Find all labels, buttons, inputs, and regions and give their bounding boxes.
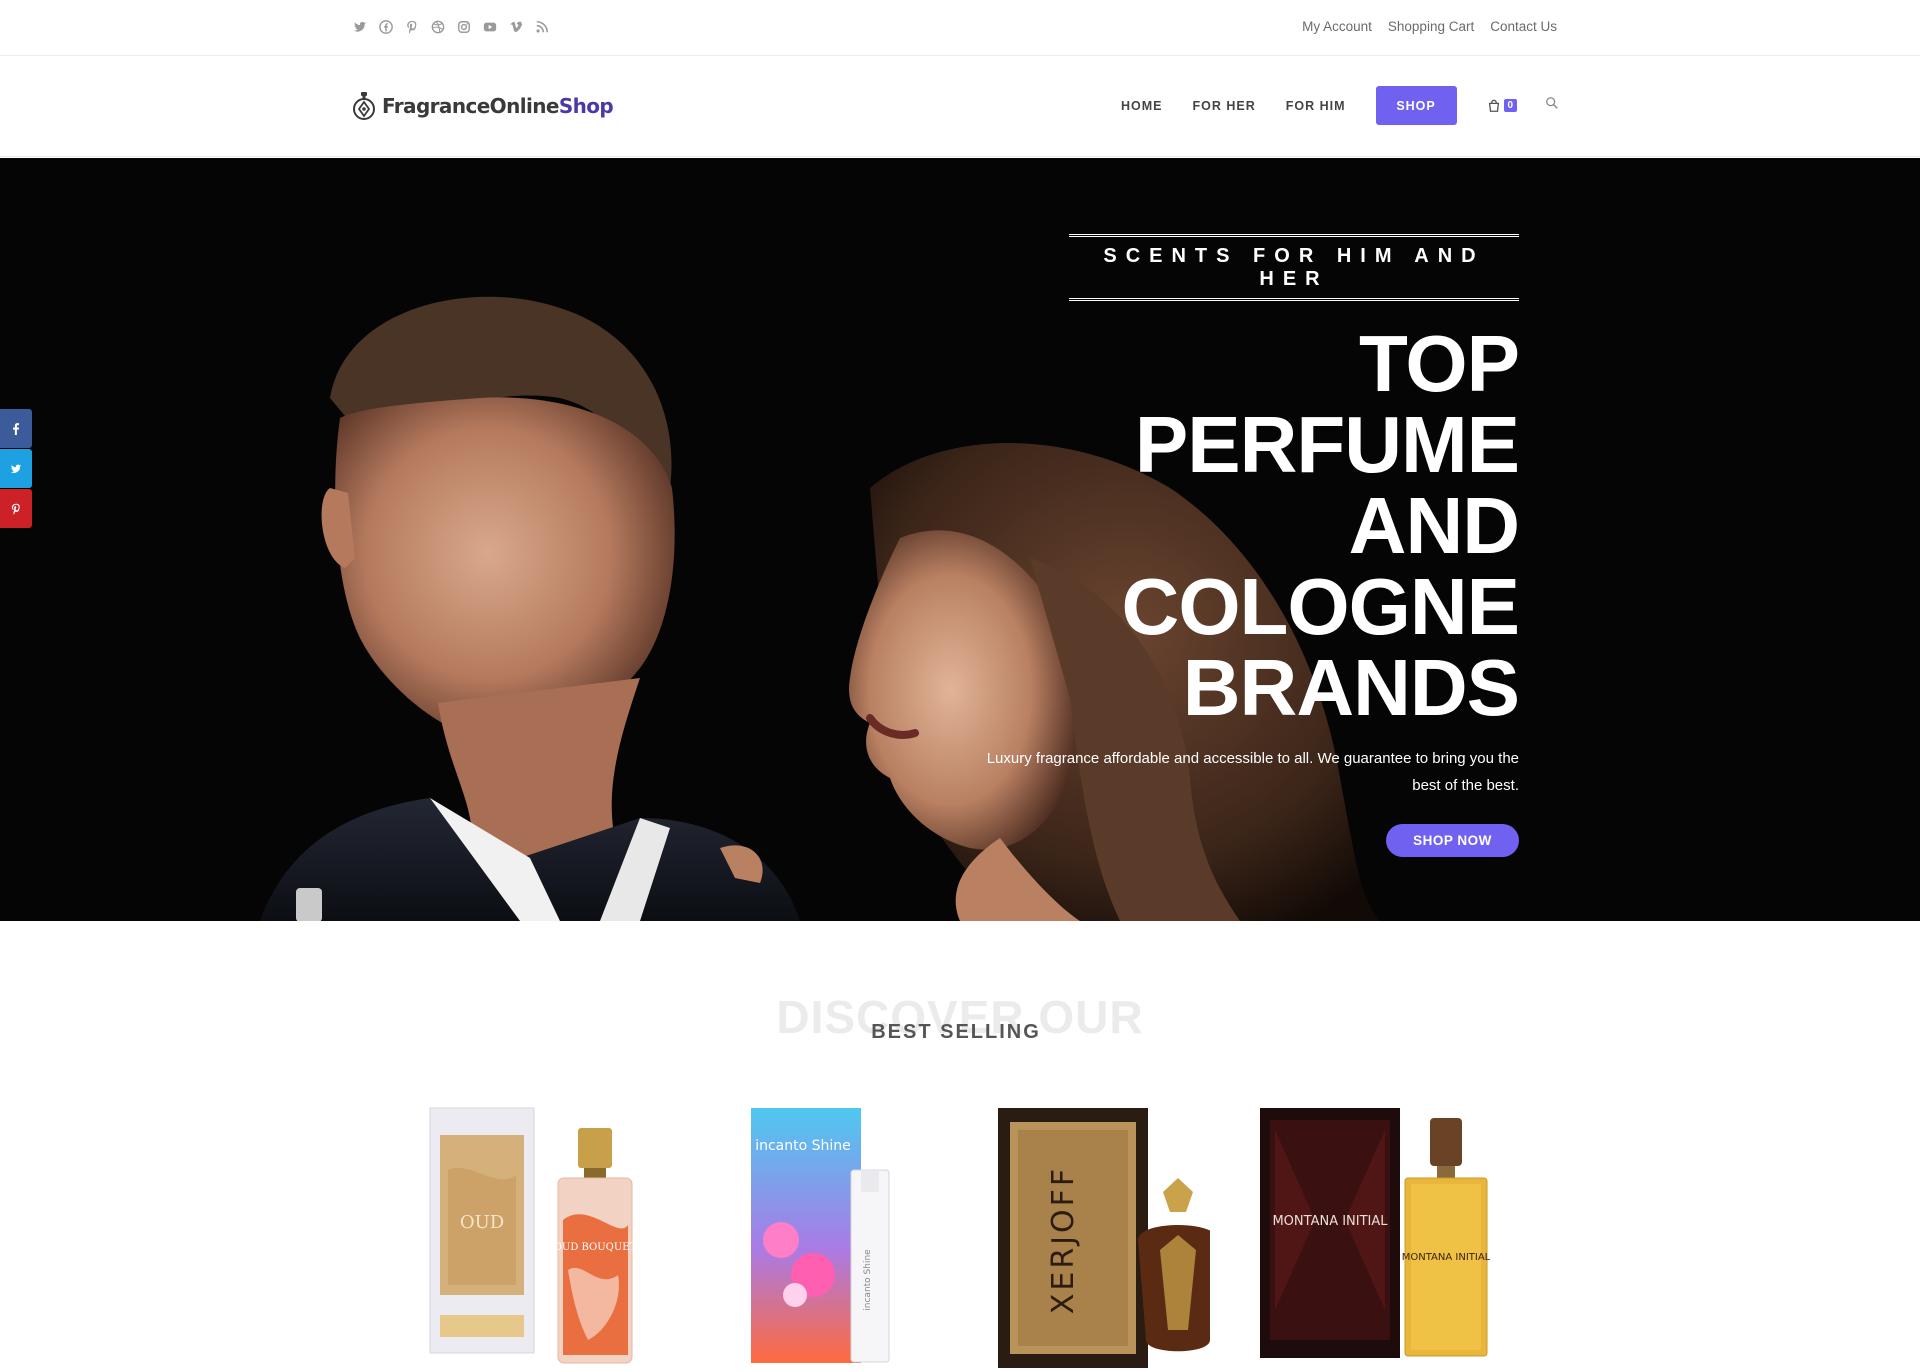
product-bottle-label: incanto Shine <box>863 1249 873 1311</box>
nav-shop-button[interactable]: SHOP <box>1375 86 1457 125</box>
hero-kicker-frame: SCENTS FOR HIM AND HER <box>1069 234 1519 301</box>
site-logo[interactable]: FragranceOnlineShop <box>352 91 614 121</box>
hero-title-line: PERFUME <box>1134 400 1520 489</box>
instagram-icon[interactable] <box>456 19 471 34</box>
shop-now-button[interactable]: SHOP NOW <box>1386 824 1519 857</box>
product-image: incanto Shine incanto Shine <box>751 1108 890 1363</box>
nav-for-her[interactable]: FOR HER <box>1193 99 1256 113</box>
product-card[interactable]: MONTANA INITIAL MONTANA INITIAL <box>1255 1100 1511 1371</box>
product-box-label: XERJOFF <box>1046 1166 1081 1314</box>
top-links: My Account Shopping Cart Contact Us <box>1302 19 1557 34</box>
product-bottle-label: MONTANA INITIAL <box>1402 1252 1491 1263</box>
hero-banner: SCENTS FOR HIM AND HER TOP PERFUME AND C… <box>0 158 1920 921</box>
hero-title-line: AND <box>1348 481 1520 570</box>
hero-description: Luxury fragrance affordable and accessib… <box>986 750 1519 794</box>
perfume-bottle-logo-icon <box>353 92 375 120</box>
search-button[interactable] <box>1545 96 1559 115</box>
hero-title-line: TOP <box>1358 319 1520 408</box>
share-pinterest-button[interactable] <box>0 489 32 528</box>
site-header: FragranceOnlineShop HOME FOR HER FOR HIM… <box>0 57 1920 157</box>
product-bottle-label: OUD BOUQUET <box>554 1242 637 1253</box>
product-image: MONTANA INITIAL MONTANA INITIAL <box>1260 1108 1491 1358</box>
hero-kicker: SCENTS FOR HIM AND HER <box>1103 245 1485 290</box>
shopping-cart-link[interactable]: Shopping Cart <box>1388 19 1474 34</box>
product-image: OUD OUD BOUQUET <box>429 1107 637 1364</box>
product-card[interactable]: incanto Shine incanto Shine <box>733 1100 908 1371</box>
logo-text: FragranceOnlineShop <box>382 94 614 118</box>
hero-title-line: COLOGNE <box>1121 562 1520 651</box>
section-title: BEST SELLING <box>871 1021 1041 1043</box>
share-twitter-button[interactable] <box>0 449 32 488</box>
hero-content: SCENTS FOR HIM AND HER TOP PERFUME AND C… <box>919 234 1520 857</box>
contact-us-link[interactable]: Contact Us <box>1490 19 1557 34</box>
product-box-label: incanto Shine <box>755 1138 851 1154</box>
facebook-icon[interactable] <box>378 19 393 34</box>
my-account-link[interactable]: My Account <box>1302 19 1372 34</box>
youtube-icon[interactable] <box>482 19 497 34</box>
nav-for-him[interactable]: FOR HIM <box>1286 99 1346 113</box>
top-bar: My Account Shopping Cart Contact Us <box>0 0 1920 56</box>
product-card[interactable]: OUD OUD BOUQUET <box>418 1100 664 1371</box>
facebook-icon <box>13 422 19 435</box>
share-facebook-button[interactable] <box>0 409 32 448</box>
main-nav: HOME FOR HER FOR HIM SHOP 0 <box>1121 86 1559 125</box>
rss-icon[interactable] <box>534 19 549 34</box>
twitter-icon <box>10 464 22 473</box>
cart-count-badge: 0 <box>1503 99 1518 112</box>
cart-button[interactable]: 0 <box>1487 99 1518 113</box>
product-box-label: MONTANA INITIAL <box>1272 1214 1388 1229</box>
social-links <box>352 19 549 34</box>
product-image: XERJOFF <box>998 1108 1218 1368</box>
pinterest-icon <box>11 503 20 515</box>
pinterest-icon[interactable] <box>404 19 419 34</box>
product-box-label: OUD <box>460 1212 504 1233</box>
vimeo-icon[interactable] <box>508 19 523 34</box>
best-selling-products: OUD OUD BOUQUET incanto Shine incanto Sh… <box>410 1100 1520 1371</box>
social-share-bar <box>0 409 32 529</box>
twitter-icon[interactable] <box>352 19 367 34</box>
shopping-bag-icon <box>1488 99 1499 112</box>
nav-home[interactable]: HOME <box>1121 99 1163 113</box>
search-icon <box>1546 97 1558 109</box>
hero-title-line: BRANDS <box>1182 643 1520 732</box>
product-card[interactable]: XERJOFF <box>988 1100 1218 1371</box>
hero-title: TOP PERFUME AND COLOGNE BRANDS <box>919 319 1520 732</box>
dribbble-icon[interactable] <box>430 19 445 34</box>
